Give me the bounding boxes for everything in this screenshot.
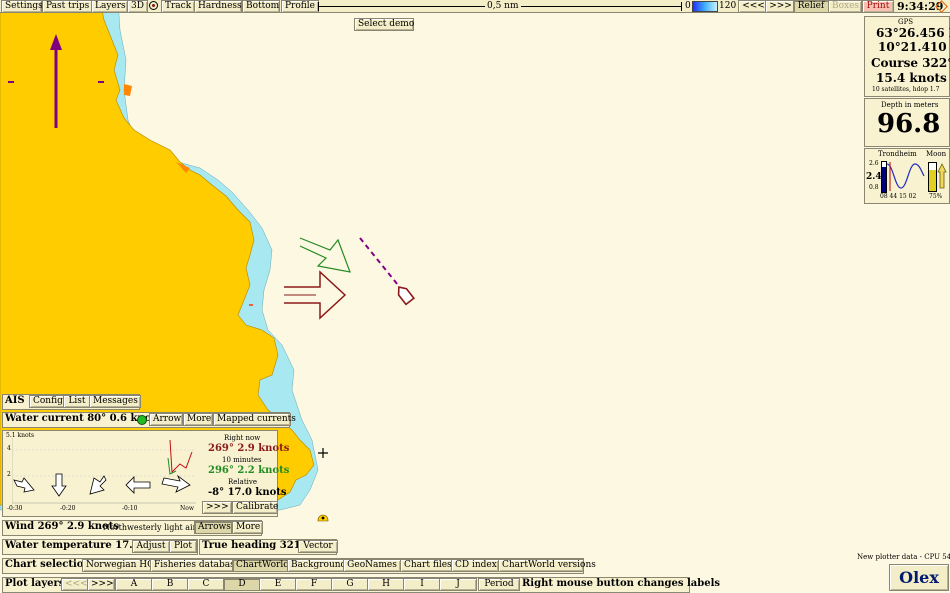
tide-y-current: 2.4 xyxy=(866,172,882,182)
tide-y-min: 0.8 xyxy=(869,184,879,191)
boxes-button[interactable]: Boxes xyxy=(828,0,862,13)
water-temperature-label: Water temperature 17.0°C xyxy=(5,540,153,551)
depth-scale-min: 0 xyxy=(685,1,691,11)
chart-chartworld-versions-button[interactable]: ChartWorld versions xyxy=(498,559,596,572)
water-current-more-button[interactable]: More xyxy=(183,413,213,426)
plot-y-mid1: 4 xyxy=(7,445,11,452)
depth-value: 96.8 xyxy=(877,109,941,139)
ten-min-title: 10 minutes xyxy=(222,456,262,464)
scale-label: 0,5 nm xyxy=(485,1,521,11)
layer-j-button[interactable]: J xyxy=(439,578,477,591)
forward-button[interactable]: >>> xyxy=(765,0,796,13)
plot-x-label-2: -0:20 xyxy=(60,505,76,512)
select-demo-button[interactable]: Select demo xyxy=(354,18,414,31)
period-button[interactable]: Period xyxy=(478,578,520,591)
past-trips-button[interactable]: Past trips xyxy=(42,0,93,13)
chart-selection-label: Chart selection xyxy=(5,559,91,570)
gps-satellites: 10 satellites, hdop 1.7 xyxy=(872,86,940,93)
tide-times: 08 44 15 02 xyxy=(880,193,917,200)
depth-scale-max: 120 xyxy=(719,1,737,11)
wind-more-button[interactable]: More xyxy=(232,521,263,534)
print-button[interactable]: Print xyxy=(862,0,894,13)
relief-button[interactable]: Relief xyxy=(793,0,829,13)
track-icon[interactable] xyxy=(149,1,158,10)
3d-button[interactable]: 3D xyxy=(127,0,148,13)
chart-norwegian-ho-button[interactable]: Norwegian HO xyxy=(82,559,155,572)
plot-layers-label: Plot layers xyxy=(5,578,65,589)
moon-percent: 75% xyxy=(929,193,943,200)
gps-course: Course 322° xyxy=(871,56,950,70)
wind-arrows-button[interactable]: Arrows xyxy=(194,521,232,534)
settings-button[interactable]: Settings xyxy=(1,0,43,13)
track-button[interactable]: Track xyxy=(161,0,195,13)
scale-bar-start-tick xyxy=(318,2,319,11)
plot-y-mid2: 2 xyxy=(7,471,11,478)
layer-f-button[interactable]: F xyxy=(295,578,333,591)
layer-b-button[interactable]: B xyxy=(151,578,189,591)
vector-button[interactable]: Vector xyxy=(298,540,338,553)
ais-config-button[interactable]: Config xyxy=(29,395,65,408)
plot-x-label-4: Now xyxy=(180,505,194,512)
scale-bar-end-tick xyxy=(681,2,682,11)
bottom-button[interactable]: Bottom xyxy=(242,0,280,13)
olex-logo-button[interactable]: Olex xyxy=(889,564,949,591)
wind-label: Wind 269° 2.9 knots xyxy=(5,521,119,532)
relative-title: Relative xyxy=(228,478,257,486)
chart-chartworld-button[interactable]: ChartWorld xyxy=(232,559,289,572)
depth-title: Depth in meters xyxy=(881,101,939,109)
ais-label: AIS xyxy=(5,395,25,406)
ais-list-button[interactable]: List xyxy=(63,395,91,408)
gps-title: GPS xyxy=(898,18,914,26)
plotter-status: New plotter data - CPU 54°C xyxy=(857,553,950,561)
layers-back-button[interactable]: <<< xyxy=(61,578,89,591)
moon-phase-bar xyxy=(928,162,937,192)
current-history-plot xyxy=(12,438,196,504)
layer-g-button[interactable]: G xyxy=(331,578,369,591)
relative-value: -8° 17.0 knots xyxy=(208,487,287,498)
chart-geonames-button[interactable]: GeoNames xyxy=(343,559,401,572)
wind-description: Northwesterly light air xyxy=(103,523,197,532)
current-more-button[interactable]: >>> xyxy=(202,501,232,514)
gps-longitude: 10°21.410 E xyxy=(878,40,950,54)
depth-color-scale xyxy=(692,1,718,12)
plot-x-label-1: -0:30 xyxy=(7,505,23,512)
right-now-value: 269° 2.9 knots xyxy=(208,443,290,454)
layers-forward-button[interactable]: >>> xyxy=(87,578,115,591)
temperature-plot-button[interactable]: Plot xyxy=(169,540,197,553)
moon-label: Moon xyxy=(926,150,947,158)
chart-cd-index-button[interactable]: CD index xyxy=(451,559,499,572)
layer-c-button[interactable]: C xyxy=(187,578,225,591)
calibrate-button[interactable]: Calibrate xyxy=(232,501,278,514)
layer-e-button[interactable]: E xyxy=(259,578,297,591)
moon-arrow-icon xyxy=(937,163,947,189)
layers-button[interactable]: Layers xyxy=(91,0,128,13)
profile-button[interactable]: Profile xyxy=(281,0,319,13)
ais-messages-button[interactable]: Messages xyxy=(89,395,141,408)
chart-fisheries-database-button[interactable]: Fisheries database xyxy=(150,559,240,572)
layer-i-button[interactable]: I xyxy=(403,578,441,591)
hardness-button[interactable]: Hardness xyxy=(194,0,242,13)
ten-min-value: 296° 2.2 knots xyxy=(208,465,290,476)
adjust-button[interactable]: Adjust xyxy=(132,540,170,553)
layer-d-button[interactable]: D xyxy=(223,578,261,591)
mapped-currents-button[interactable]: Mapped currents xyxy=(213,413,296,426)
water-current-arrow-button[interactable]: Arrow xyxy=(149,413,183,426)
tide-y-max: 2.6 xyxy=(869,160,879,167)
chart-files-button[interactable]: Chart files xyxy=(400,559,454,572)
tide-place: Trondheim xyxy=(878,150,917,158)
layer-a-button[interactable]: A xyxy=(115,578,153,591)
right-now-title: Right now xyxy=(224,434,261,442)
layer-h-button[interactable]: H xyxy=(367,578,405,591)
status-indicator xyxy=(137,415,147,425)
plot-x-label-3: -0:10 xyxy=(122,505,138,512)
gps-speed: 15.4 knots xyxy=(876,71,947,85)
gps-latitude: 63°26.456 N xyxy=(876,26,950,40)
tide-curve xyxy=(887,162,925,191)
right-mouse-hint: Right mouse button changes labels xyxy=(522,578,721,589)
chart-background-button[interactable]: Background xyxy=(287,559,346,572)
